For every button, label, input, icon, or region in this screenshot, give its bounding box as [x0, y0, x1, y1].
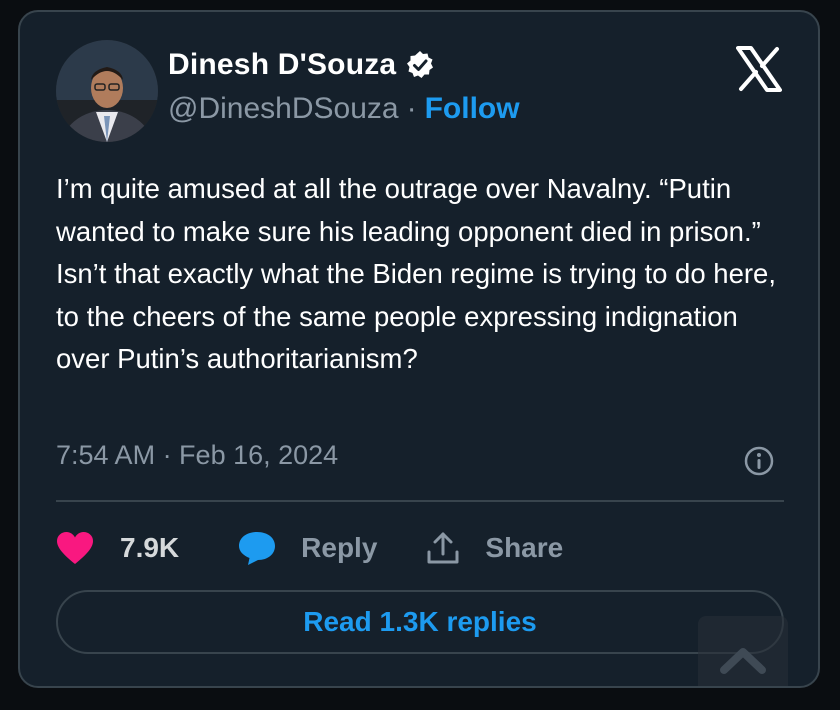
share-button[interactable]: Share	[425, 530, 563, 566]
share-label: Share	[485, 532, 564, 563]
tweet-timestamp[interactable]: 7:54 AM · Feb 16, 2024	[56, 440, 338, 471]
follow-button[interactable]: Follow	[425, 92, 520, 126]
share-icon	[425, 530, 461, 566]
author-handle-row: @DineshDSouza · Follow	[168, 92, 520, 126]
chevron-up-icon	[720, 648, 766, 674]
tweet-text: I’m quite amused at all the outrage over…	[56, 173, 776, 374]
tweet-card: Dinesh D'Souza @DineshDSouza · Follow I’…	[18, 10, 820, 688]
x-logo-icon[interactable]	[736, 46, 782, 92]
action-bar: 7.9K Reply Share	[56, 526, 563, 570]
speech-bubble-icon	[237, 530, 277, 566]
avatar[interactable]	[56, 40, 158, 142]
like-button[interactable]: 7.9K	[56, 531, 179, 565]
profile-photo-icon	[56, 40, 158, 142]
verified-badge-icon	[404, 49, 436, 81]
scroll-to-top-button[interactable]	[698, 616, 788, 686]
like-count: 7.9K	[120, 532, 180, 563]
author-display-name[interactable]: Dinesh D'Souza	[168, 48, 396, 82]
handle-separator: ·	[406, 92, 417, 125]
read-replies-button[interactable]: Read 1.3K replies	[56, 590, 784, 654]
author-handle[interactable]: @DineshDSouza	[168, 92, 399, 126]
author-name-row: Dinesh D'Souza	[168, 48, 436, 82]
divider	[56, 500, 784, 502]
reply-button[interactable]: Reply	[237, 530, 377, 566]
reply-label: Reply	[301, 532, 378, 563]
info-icon[interactable]	[744, 446, 774, 476]
heart-icon	[56, 531, 94, 565]
